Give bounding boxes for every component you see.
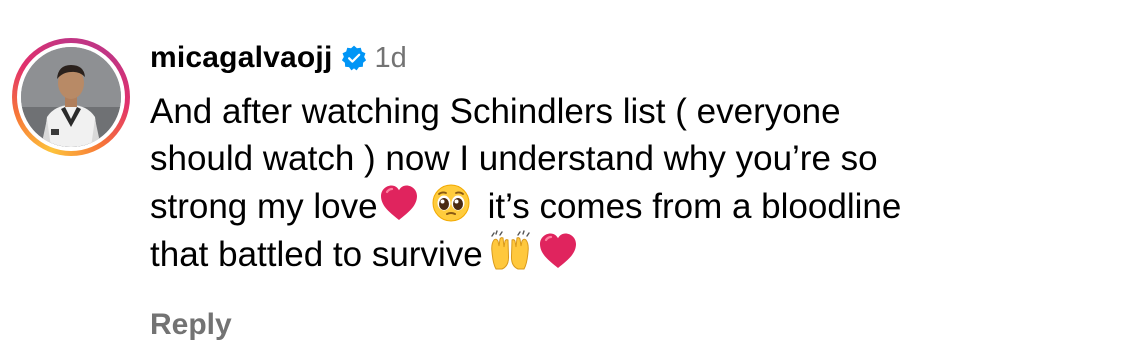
person-photo-icon bbox=[21, 47, 121, 147]
reply-button[interactable]: Reply bbox=[150, 308, 232, 342]
comment-text: And after watching Schindlers list ( eve… bbox=[150, 88, 1110, 278]
comment-text-fragment: it’s comes from a bloodline bbox=[487, 187, 902, 226]
comment-text-line-3: strong my love it’s comes from a bloodlin… bbox=[150, 182, 1110, 230]
comment-text-fragment: that battled to survive bbox=[150, 235, 483, 274]
comment-timestamp: 1d bbox=[374, 41, 407, 74]
comment-text-fragment: strong my love bbox=[150, 187, 378, 226]
comment-text-line-4: that battled to survive bbox=[150, 230, 1110, 278]
verified-badge-icon bbox=[341, 45, 367, 71]
username[interactable]: micagalvaojj bbox=[150, 41, 333, 75]
comment: micagalvaojj 1d And after watching Schin… bbox=[0, 0, 1122, 360]
avatar[interactable] bbox=[12, 38, 130, 156]
raising-hands-icon bbox=[489, 230, 531, 272]
heart-icon bbox=[378, 182, 420, 224]
comment-body: micagalvaojj 1d And after watching Schin… bbox=[150, 36, 1110, 278]
comment-text-line-1: And after watching Schindlers list ( eve… bbox=[150, 92, 841, 131]
pleading-face-icon bbox=[430, 182, 472, 224]
comment-text-line-2: should watch ) now I understand why you’… bbox=[150, 139, 878, 178]
comment-header: micagalvaojj 1d bbox=[150, 36, 1110, 80]
avatar-photo bbox=[21, 47, 121, 147]
heart-icon bbox=[537, 230, 579, 272]
